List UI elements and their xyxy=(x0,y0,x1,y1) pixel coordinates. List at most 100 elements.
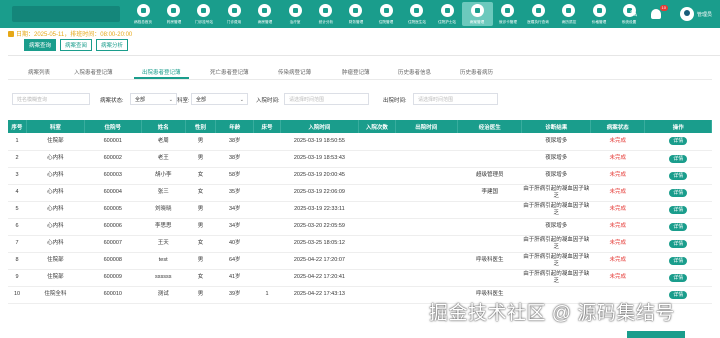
nav-item[interactable]: 住院管理 xyxy=(371,2,401,26)
table-cell: 40岁 xyxy=(215,235,254,253)
status-select[interactable]: 全部 ⌄ xyxy=(130,93,177,105)
nav-item[interactable]: 就诊卡管理 xyxy=(493,2,523,26)
tab-case-query[interactable]: 病案查询 xyxy=(24,39,57,51)
nav-item-label: 住院管理 xyxy=(379,19,394,24)
module-icon xyxy=(227,4,241,17)
nav-item-label: 价格管理 xyxy=(591,19,607,24)
nav-item[interactable]: 价格管理 xyxy=(584,2,614,26)
table-cell: 2025-04-22 17:20:41 xyxy=(280,269,359,287)
column-header: 诊断结果 xyxy=(521,120,592,133)
tab-infection-register[interactable]: 传染病登记薄 xyxy=(278,68,311,76)
details-button[interactable]: 详情 xyxy=(669,273,688,282)
table-cell: 38岁 xyxy=(215,150,254,168)
discharge-time-input[interactable]: 请选择时间范围 xyxy=(413,93,498,105)
admission-time-label: 入院时间: xyxy=(256,98,280,104)
table-cell: 男 xyxy=(185,218,216,236)
table-cell: 4 xyxy=(8,184,27,202)
details-button[interactable]: 详情 xyxy=(669,154,688,163)
tab-history-records[interactable]: 历史患者病历 xyxy=(460,68,493,76)
edit-icon[interactable]: ✎ xyxy=(630,9,638,20)
table-cell: 2025-03-19 18:53:43 xyxy=(280,150,359,168)
nav-item[interactable]: 医嘱执行查询 xyxy=(523,2,553,26)
details-button[interactable]: 详情 xyxy=(669,256,688,265)
table-cell: 未完成 xyxy=(590,133,645,151)
details-button[interactable]: 详情 xyxy=(669,188,688,197)
table-cell: 夜尿增多 xyxy=(521,133,591,151)
discharge-time-label: 出院时间: xyxy=(383,98,407,104)
table-cell xyxy=(457,150,522,168)
tab-case-review[interactable]: 病案查阅 xyxy=(60,39,93,51)
nav-item[interactable]: 住院护士站 xyxy=(432,2,462,26)
module-icon xyxy=(197,4,211,17)
table-cell: 女 xyxy=(185,269,216,287)
nav-item[interactable]: 药房管理 xyxy=(158,2,188,26)
name-search-input[interactable]: 姓名模糊查询 xyxy=(12,93,90,105)
table-cell xyxy=(358,184,395,202)
table-row: 3 心内科 600003 胡小李女 58岁 2025-03-19 20:00:45 超级管理… xyxy=(8,167,712,185)
table-cell: 41岁 xyxy=(215,269,254,287)
table-cell: ssssss xyxy=(141,269,186,287)
admission-time-input[interactable]: 请选择时间范围 xyxy=(284,93,369,105)
column-header: 经治医生 xyxy=(457,120,523,133)
table-cell: 2025-03-19 20:00:45 xyxy=(280,167,359,185)
nav-item[interactable]: 门诊挂号站 xyxy=(189,2,219,26)
table-cell: 心内科 xyxy=(26,201,85,219)
nav-item[interactable]: 住院医生站 xyxy=(402,2,432,26)
action-cell: 详情 xyxy=(644,133,712,151)
calendar-icon xyxy=(8,30,14,37)
details-button[interactable]: 详情 xyxy=(669,205,688,214)
table-cell: 未完成 xyxy=(590,184,645,202)
table-cell: 34岁 xyxy=(215,201,254,219)
table-cell: 张三 xyxy=(141,184,186,202)
details-button[interactable]: 详情 xyxy=(669,137,688,146)
pagination[interactable] xyxy=(627,331,685,338)
nav-item[interactable]: 病案管理 xyxy=(462,2,493,26)
column-header: 姓名 xyxy=(141,120,186,133)
table-cell: 10 xyxy=(8,286,27,304)
details-button[interactable]: 详情 xyxy=(669,171,688,180)
tab-death-register[interactable]: 死亡患者登记薄 xyxy=(210,68,249,76)
details-button[interactable]: 详情 xyxy=(669,239,688,248)
column-header: 出院时间 xyxy=(395,120,458,133)
nav-item[interactable]: 病房管理 xyxy=(250,2,280,26)
tab-discharge-register[interactable]: 出院患者登记薄 xyxy=(134,68,188,79)
table-row: 7 心内科 600007 王天女 40岁 2025-03-25 18:05:12 由于肝病引… xyxy=(8,235,712,253)
table-row: 5 心内科 600005 刘晓晓男 34岁 2025-03-19 22:33:11 由于肝病… xyxy=(8,201,712,219)
tab-tumor-register[interactable]: 肿瘤登记薄 xyxy=(342,68,370,76)
dept-select[interactable]: 全部 ⌄ xyxy=(191,93,248,105)
nav-item[interactable]: 统计分析 xyxy=(310,2,340,26)
table-row: 4 心内科 600004 张三女 35岁 2025-03-19 22:06:09 李建国 由于… xyxy=(8,184,712,202)
tab-history-info[interactable]: 历史患者信息 xyxy=(398,68,431,76)
table-cell: 超级管理员 xyxy=(457,167,522,185)
table-cell xyxy=(395,252,458,270)
table-cell: test xyxy=(141,252,186,270)
username[interactable]: 管理员 xyxy=(697,11,712,18)
nav-item[interactable]: 财务管理 xyxy=(341,2,371,26)
table-cell: 呼吸科医生 xyxy=(457,252,522,270)
details-button[interactable]: 详情 xyxy=(669,222,688,231)
table-cell: 2025-03-20 22:05:59 xyxy=(280,218,359,236)
module-icon xyxy=(470,4,484,17)
nav-item[interactable]: 病历质控 xyxy=(553,2,583,26)
notification-badge: 10 xyxy=(659,5,668,11)
table-cell xyxy=(457,133,522,151)
nav-item[interactable]: 门诊费用 xyxy=(219,2,249,26)
tab-case-list[interactable]: 病案列表 xyxy=(28,68,50,76)
table-cell: 夜尿增多 xyxy=(521,218,591,236)
avatar[interactable] xyxy=(679,7,694,21)
table-cell: 女 xyxy=(185,184,216,202)
bell-icon[interactable]: 10 xyxy=(650,5,668,20)
table-cell: 心内科 xyxy=(26,167,85,185)
tab-admission-register[interactable]: 入院患者登记薄 xyxy=(74,68,113,76)
action-cell: 详情 xyxy=(644,269,712,287)
nav-item[interactable]: 治疗室 xyxy=(280,2,310,26)
table-cell: 李思思 xyxy=(141,218,186,236)
module-icon xyxy=(288,4,302,17)
table-cell: 600003 xyxy=(84,167,142,185)
table-cell: 女 xyxy=(185,235,216,253)
tab-case-analysis[interactable]: 病案分析 xyxy=(96,39,129,51)
table-cell: 8 xyxy=(8,252,27,270)
table-cell: 38岁 xyxy=(215,133,254,151)
nav-item[interactable]: 病档总首页 xyxy=(128,2,158,26)
table-cell: 600002 xyxy=(84,150,142,168)
